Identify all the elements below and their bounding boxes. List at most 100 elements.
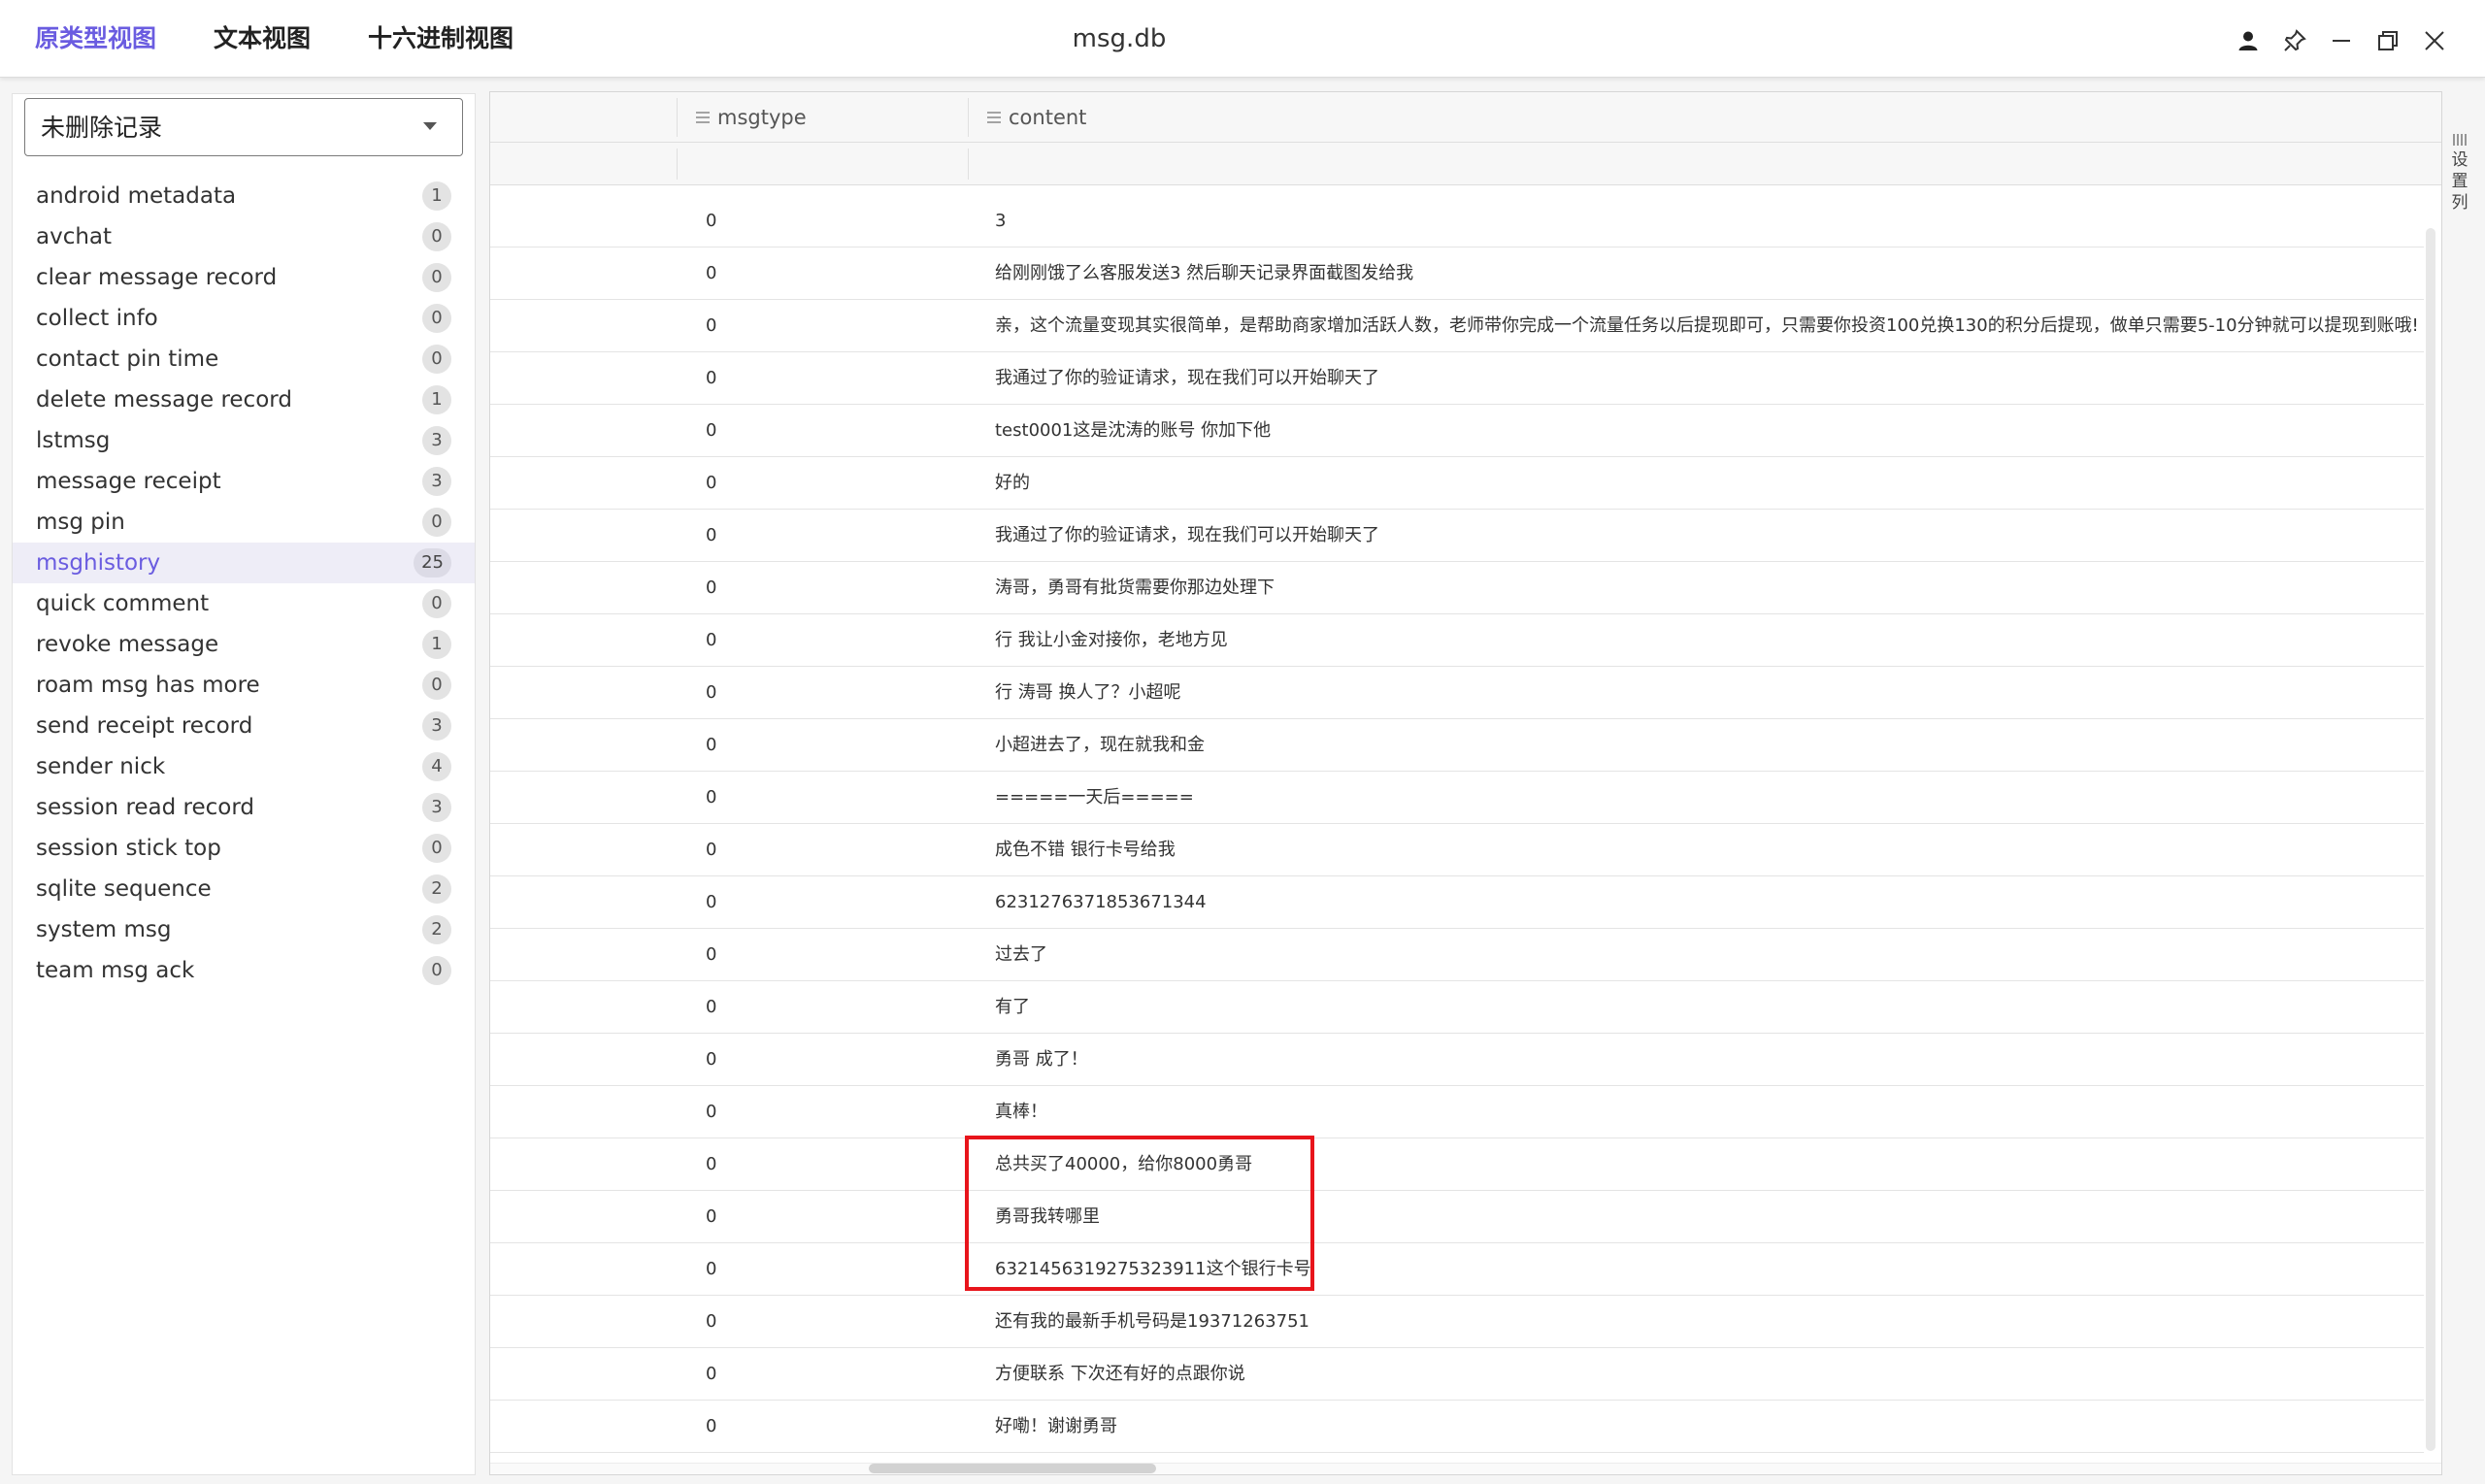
- table-row[interactable]: 0 有了: [490, 981, 2424, 1034]
- record-count-badge: 0: [422, 345, 451, 374]
- sidebar-table-item[interactable]: send receipt record 3: [13, 706, 475, 746]
- vertical-scrollbar[interactable]: [2426, 228, 2435, 1451]
- cell-content: 总共买了40000，给你8000勇哥: [995, 1154, 1253, 1174]
- table-row[interactable]: 0 还有我的最新手机号码是19371263751: [490, 1296, 2424, 1348]
- record-count-badge: 0: [422, 222, 451, 251]
- cell-msgtype: 0: [706, 1364, 717, 1384]
- cell-content: 还有我的最新手机号码是19371263751: [995, 1311, 1309, 1332]
- table-row[interactable]: 0 6321456319275323911这个银行卡号: [490, 1243, 2424, 1296]
- sidebar-table-item[interactable]: android metadata 1: [13, 176, 475, 216]
- sidebar-table-item[interactable]: roam msg has more 0: [13, 665, 475, 706]
- table-row[interactable]: 0 =====一天后=====: [490, 772, 2424, 824]
- sidebar-table-item[interactable]: msg pin 0: [13, 502, 475, 543]
- cell-msgtype: 0: [706, 368, 717, 388]
- table-row[interactable]: 0 勇哥我转哪里: [490, 1191, 2424, 1243]
- record-count-badge: 1: [422, 385, 451, 414]
- record-count-badge: 3: [422, 793, 451, 822]
- table-row[interactable]: 0 总共买了40000，给你8000勇哥: [490, 1138, 2424, 1191]
- horizontal-scrollbar[interactable]: [869, 1464, 1156, 1473]
- pin-icon[interactable]: [2275, 21, 2314, 60]
- table-row[interactable]: 0 勇哥 成了！: [490, 1034, 2424, 1086]
- user-icon[interactable]: [2229, 21, 2268, 60]
- cell-content: 真棒！: [995, 1102, 1047, 1122]
- sidebar-table-item[interactable]: quick comment 0: [13, 583, 475, 624]
- sidebar-table-item[interactable]: team msg ack 0: [13, 950, 475, 991]
- cell-content: test0001这是沈涛的账号 你加下他: [995, 420, 1272, 441]
- cell-content: 行 我让小金对接你，老地方见: [995, 630, 1228, 650]
- table-name: android metadata: [36, 183, 237, 209]
- table-name: contact pin time: [36, 346, 219, 372]
- sidebar-table-item[interactable]: session stick top 0: [13, 828, 475, 869]
- record-count-badge: 4: [422, 752, 451, 781]
- cell-content: 6321456319275323911这个银行卡号: [995, 1259, 1311, 1279]
- sidebar-table-item[interactable]: contact pin time 0: [13, 339, 475, 379]
- cell-content: 勇哥我转哪里: [995, 1206, 1100, 1227]
- cell-msgtype: 0: [706, 525, 717, 545]
- cell-msgtype: 0: [706, 1206, 717, 1227]
- table-row[interactable]: 0 成色不错 银行卡号给我: [490, 824, 2424, 876]
- cell-content: 方便联系 下次还有好的点跟你说: [995, 1364, 1245, 1384]
- sidebar-table-item[interactable]: avchat 0: [13, 216, 475, 257]
- column-header-content[interactable]: content: [987, 92, 1086, 143]
- sidebar-table-item[interactable]: collect info 0: [13, 298, 475, 339]
- table-name: team msg ack: [36, 958, 195, 983]
- column-divider[interactable]: [677, 98, 678, 137]
- table-row[interactable]: 0 小超进去了，现在就我和金: [490, 719, 2424, 772]
- table-row[interactable]: 0 过去了: [490, 929, 2424, 981]
- close-icon[interactable]: [2415, 21, 2454, 60]
- cell-msgtype: 0: [706, 420, 717, 441]
- cell-msgtype: 0: [706, 735, 717, 755]
- table-row[interactable]: 0 亲，这个流量变现其实很简单，是帮助商家增加活跃人数，老师带你完成一个流量任务以…: [490, 300, 2424, 352]
- cell-content: 行 涛哥 换人了？小超呢: [995, 682, 1181, 703]
- grid-rows: 0 3 0 给刚刚饿了么客服发送3 然后聊天记录界面截图发给我 0 亲，这个流量变现其实很…: [490, 195, 2424, 1453]
- table-row[interactable]: 0 方便联系 下次还有好的点跟你说: [490, 1348, 2424, 1401]
- table-row[interactable]: 0 给刚刚饿了么客服发送3 然后聊天记录界面截图发给我: [490, 247, 2424, 300]
- sidebar-table-item[interactable]: msghistory 25: [13, 543, 475, 583]
- grid-header: msgtype content: [490, 92, 2441, 143]
- table-name: collect info: [36, 306, 158, 331]
- column-divider[interactable]: [968, 98, 969, 137]
- restore-icon[interactable]: [2369, 21, 2407, 60]
- data-grid: msgtype content 0 3 0 给刚刚饿了么客服发送3 然后聊天记录界面截…: [489, 91, 2442, 1475]
- table-name: send receipt record: [36, 713, 253, 739]
- table-row[interactable]: 0 6231276371853671344: [490, 876, 2424, 929]
- sidebar-table-item[interactable]: lstmsg 3: [13, 420, 475, 461]
- sidebar-table-item[interactable]: delete message record 1: [13, 379, 475, 420]
- column-divider: [968, 148, 969, 180]
- table-row[interactable]: 0 好的: [490, 457, 2424, 510]
- cell-content: 我通过了你的验证请求，现在我们可以开始聊天了: [995, 525, 1379, 545]
- table-row[interactable]: 0 真棒！: [490, 1086, 2424, 1138]
- table-name: quick comment: [36, 591, 210, 616]
- cell-msgtype: 0: [706, 1259, 717, 1279]
- sidebar-table-item[interactable]: session read record 3: [13, 787, 475, 828]
- sidebar-table-item[interactable]: sender nick 4: [13, 746, 475, 787]
- column-settings-button[interactable]: 设置列: [2442, 91, 2477, 237]
- table-name: session stick top: [36, 836, 221, 861]
- table-row[interactable]: 03: [490, 195, 2424, 247]
- cell-msgtype: 0: [706, 1311, 717, 1332]
- cell-content: 涛哥，勇哥有批货需要你那边处理下: [995, 577, 1275, 598]
- grid-filter-row: [490, 143, 2441, 185]
- column-header-msgtype[interactable]: msgtype: [696, 92, 807, 143]
- minimize-icon[interactable]: [2322, 21, 2361, 60]
- table-name: clear message record: [36, 265, 278, 290]
- sidebar-table-item[interactable]: revoke message 1: [13, 624, 475, 665]
- table-row[interactable]: 0 行 我让小金对接你，老地方见: [490, 614, 2424, 667]
- record-filter-select[interactable]: 未删除记录: [24, 98, 463, 156]
- table-row[interactable]: 0 行 涛哥 换人了？小超呢: [490, 667, 2424, 719]
- cell-content: 6231276371853671344: [995, 892, 1207, 912]
- cell-msgtype: 0: [706, 682, 717, 703]
- sidebar-table-item[interactable]: system msg 2: [13, 909, 475, 950]
- table-row[interactable]: 0 我通过了你的验证请求，现在我们可以开始聊天了: [490, 352, 2424, 405]
- cell-msgtype: 0: [706, 630, 717, 650]
- table-row[interactable]: 0 好嘞！谢谢勇哥: [490, 1401, 2424, 1453]
- cell-content: 给刚刚饿了么客服发送3 然后聊天记录界面截图发给我: [995, 263, 1414, 283]
- record-count-badge: 0: [422, 263, 451, 292]
- record-count-badge: 0: [422, 304, 451, 333]
- sidebar-table-item[interactable]: message receipt 3: [13, 461, 475, 502]
- sidebar-table-item[interactable]: sqlite sequence 2: [13, 869, 475, 909]
- table-row[interactable]: 0 test0001这是沈涛的账号 你加下他: [490, 405, 2424, 457]
- sidebar-table-item[interactable]: clear message record 0: [13, 257, 475, 298]
- table-row[interactable]: 0 我通过了你的验证请求，现在我们可以开始聊天了: [490, 510, 2424, 562]
- table-row[interactable]: 0 涛哥，勇哥有批货需要你那边处理下: [490, 562, 2424, 614]
